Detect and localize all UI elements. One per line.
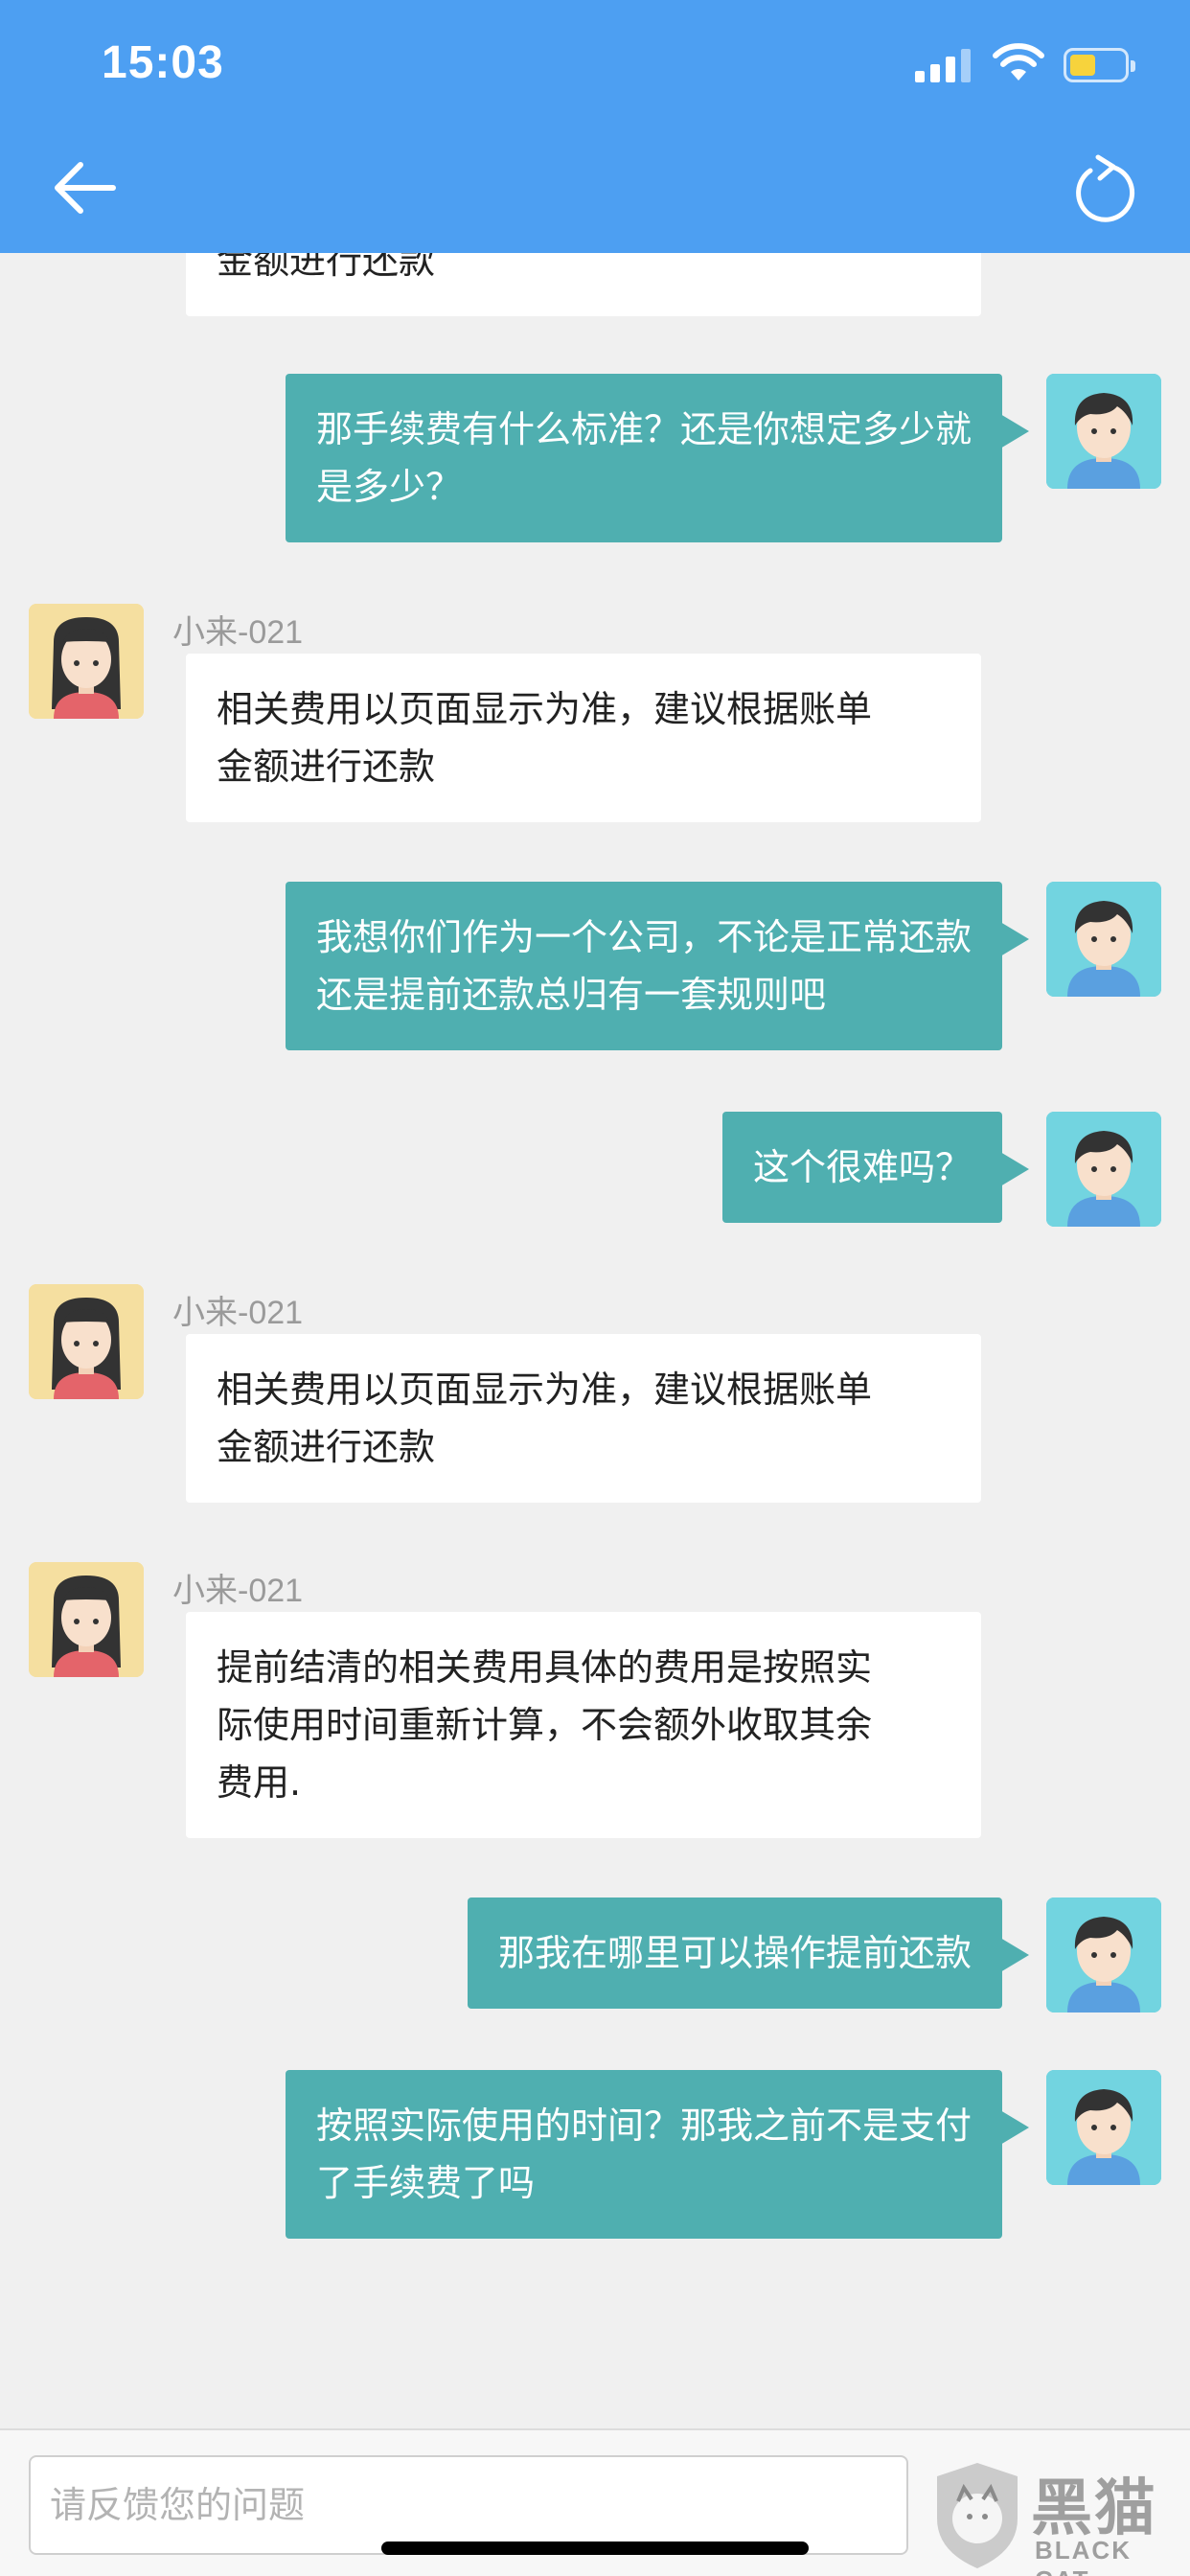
user-bubble: 按照实际使用的时间？那我之前不是支付 了手续费了吗 [285,2070,1030,2239]
top-bar: 15:03 [0,0,1190,253]
agent-bubble: 提前结清的相关费用具体的费用是按照实 际使用时间重新计算，不会额外收取其余 费用… [186,1612,981,1838]
boy-avatar-icon [1046,882,1161,997]
user-bubble: 那我在哪里可以操作提前还款 [467,1898,1030,2009]
battery-icon [1064,48,1135,82]
user-avatar[interactable] [1046,374,1161,489]
agent-avatar[interactable] [29,1284,144,1399]
home-indicator[interactable] [381,2542,809,2555]
agent-message-text: 金额进行还款 [217,253,436,282]
arrow-left-icon [55,162,116,214]
feedback-input[interactable] [29,2455,908,2555]
agent-bubble: 相关费用以页面显示为准，建议根据账单 金额进行还款 [186,1334,981,1503]
back-button[interactable] [52,159,119,217]
watermark: 黑猫 BLACK CAT [929,2459,1190,2576]
boy-avatar-icon [1046,2070,1161,2185]
sender-name: 小来-021 [172,1573,304,1609]
refresh-icon [1076,154,1135,222]
sender-name: 小来-021 [172,1295,304,1331]
user-avatar[interactable] [1046,1898,1161,2012]
girl-avatar-icon [29,1284,144,1399]
user-avatar[interactable] [1046,1112,1161,1227]
agent-avatar[interactable] [29,604,144,719]
chat-area[interactable]: 金额进行还款 那手续费有什么标准？还是你想定多少就 是多少？ 小来-021 相关… [0,253,1190,2428]
user-bubble: 这个很难吗？ [721,1112,1030,1223]
signal-icon [915,48,973,82]
user-bubble: 那手续费有什么标准？还是你想定多少就 是多少？ [285,374,1030,542]
boy-avatar-icon [1046,374,1161,489]
wifi-icon [993,43,1044,80]
boy-avatar-icon [1046,1898,1161,2012]
girl-avatar-icon [29,604,144,719]
watermark-cn-text: 黑猫 [1031,2473,1157,2544]
refresh-button[interactable] [1069,153,1136,222]
status-time: 15:03 [102,37,224,88]
user-avatar[interactable] [1046,882,1161,997]
black-cat-logo-icon [937,2463,1018,2568]
agent-avatar[interactable] [29,1562,144,1677]
agent-bubble: 相关费用以页面显示为准，建议根据账单 金额进行还款 [186,654,981,822]
input-bar: 黑猫 BLACK CAT [0,2428,1190,2576]
watermark-en-text: BLACK CAT [1035,2536,1132,2576]
user-avatar[interactable] [1046,2070,1161,2185]
boy-avatar-icon [1046,1112,1161,1227]
girl-avatar-icon [29,1562,144,1677]
sender-name: 小来-021 [172,614,304,651]
user-bubble: 我想你们作为一个公司，不论是正常还款 还是提前还款总归有一套规则吧 [285,882,1030,1050]
agent-bubble: 金额进行还款 [186,253,981,316]
